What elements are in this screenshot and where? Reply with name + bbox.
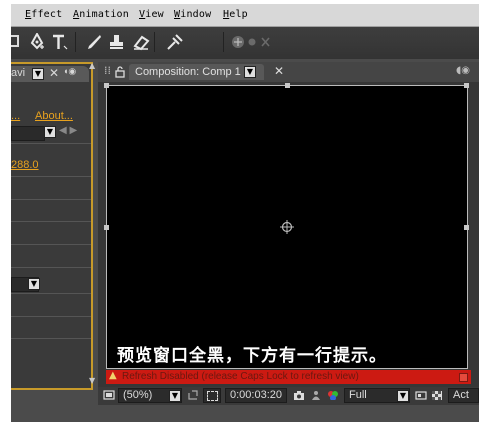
menu-help[interactable]: Help	[223, 9, 248, 20]
show-snapshot-icon[interactable]	[310, 390, 322, 400]
clone-stamp-tool-icon[interactable]	[108, 33, 126, 51]
about-link[interactable]: About...	[35, 110, 73, 122]
close-comp-icon[interactable]: ✕	[274, 64, 284, 78]
layer-handle[interactable]	[104, 83, 109, 88]
composition-panel: ⁞⁞ Composition: Comp 1 ▼ ✕ ◖◉ 预览窗口全黑，下方有…	[98, 62, 479, 405]
resolution-dropdown-arrow-icon[interactable]: ▼	[397, 390, 409, 402]
resolution-value: Full	[349, 389, 367, 401]
link-ellipsis[interactable]: ...	[11, 110, 20, 122]
timecode-value: 0:00:03:20	[230, 389, 282, 401]
menu-bar: Effect Animation View Window Help	[11, 4, 479, 27]
app-window: Effect Animation View Window Help avi ▼ …	[11, 4, 479, 422]
puppet-pin-tool-icon[interactable]	[165, 33, 183, 51]
layer-handle[interactable]	[104, 225, 109, 230]
anchor-point-icon[interactable]	[280, 220, 294, 234]
region-of-interest-icon	[207, 391, 218, 401]
mask-toggle[interactable]	[203, 388, 221, 403]
close-tab-icon[interactable]: ✕	[49, 66, 59, 80]
view-dropdown[interactable]: Act	[448, 388, 479, 403]
panel-tab-label: avi	[11, 67, 26, 79]
view-value: Act	[453, 389, 469, 401]
type-tool-icon[interactable]	[51, 33, 69, 51]
status-indicator	[459, 373, 468, 382]
show-channel-icon[interactable]	[326, 390, 340, 400]
nav-arrows-icon[interactable]: ◀ ▶	[59, 125, 77, 136]
setting-dropdown-arrow-icon[interactable]: ▼	[28, 278, 40, 290]
numeric-value[interactable]: 288.0	[11, 159, 39, 171]
refresh-status-bar: ▲ Refresh Disabled (release Caps Lock to…	[106, 370, 471, 384]
lock-icon[interactable]	[115, 66, 125, 78]
scroll-down-icon[interactable]: ▼	[89, 376, 95, 385]
warning-icon: ▲	[109, 370, 117, 381]
composition-viewer[interactable]: 预览窗口全黑，下方有一行提示。	[104, 83, 469, 369]
zoom-dropdown-arrow-icon[interactable]: ▼	[169, 390, 181, 402]
brush-tool-icon[interactable]	[85, 33, 103, 51]
axis-mode-icons[interactable]	[231, 35, 275, 49]
timecode-field[interactable]: 0:00:03:20	[225, 388, 287, 403]
project-dropdown[interactable]	[11, 126, 45, 141]
tab-composition[interactable]: Composition: Comp 1 ▼	[129, 64, 264, 80]
zoom-value: (50%)	[123, 389, 153, 401]
scroll-up-icon[interactable]: ▲	[89, 61, 95, 70]
scrollbar[interactable]: ▲ ▼	[89, 59, 98, 389]
project-panel: avi ▼ ✕ ◖◉ ... About... ▼ ◀ ▶ 288.0 ▼	[11, 62, 93, 390]
tab-dropdown-icon[interactable]: ▼	[32, 68, 44, 80]
zoom-dropdown[interactable]: (50%) ▼	[118, 388, 182, 403]
dropdown-arrow-icon[interactable]: ▼	[44, 126, 56, 138]
panel-grip-icon[interactable]: ⁞⁞	[104, 64, 111, 77]
menu-view[interactable]: View	[139, 9, 164, 20]
fast-previews-icon[interactable]	[415, 390, 427, 400]
comp-dropdown-icon[interactable]: ▼	[244, 66, 256, 78]
layer-handle[interactable]	[464, 83, 469, 88]
layer-handle[interactable]	[464, 225, 469, 230]
safe-margins-icon[interactable]	[188, 390, 198, 400]
viewer-controls-bar: (50%) ▼ 0:00:03:20 Full ▼ Act	[98, 387, 479, 405]
pen-tool-icon[interactable]	[29, 33, 45, 51]
always-preview-icon[interactable]	[103, 390, 115, 400]
eraser-tool-icon[interactable]	[132, 33, 150, 51]
composition-panel-header: ⁞⁞ Composition: Comp 1 ▼ ✕ ◖◉	[98, 62, 479, 82]
status-text: Refresh Disabled (release Caps Lock to r…	[122, 371, 359, 382]
snapshot-icon[interactable]	[293, 390, 305, 400]
caption-text: 预览窗口全黑，下方有一行提示。	[117, 346, 387, 366]
project-panel-tab[interactable]: avi ▼ ✕ ◖◉	[11, 66, 89, 82]
selection-tool-icon[interactable]	[11, 35, 19, 47]
transparency-grid-icon[interactable]	[431, 390, 443, 400]
resolution-dropdown[interactable]: Full ▼	[344, 388, 410, 403]
panel-expand-icon[interactable]: ◖◉	[63, 66, 76, 77]
tools-toolbar	[11, 27, 479, 59]
composition-tab-label: Composition: Comp 1	[135, 66, 241, 78]
menu-window[interactable]: Window	[174, 9, 211, 20]
menu-animation[interactable]: Animation	[73, 9, 129, 20]
panel-menu-icon[interactable]: ◖◉	[456, 65, 470, 76]
layer-handle[interactable]	[285, 83, 290, 88]
menu-effect[interactable]: Effect	[25, 9, 62, 20]
